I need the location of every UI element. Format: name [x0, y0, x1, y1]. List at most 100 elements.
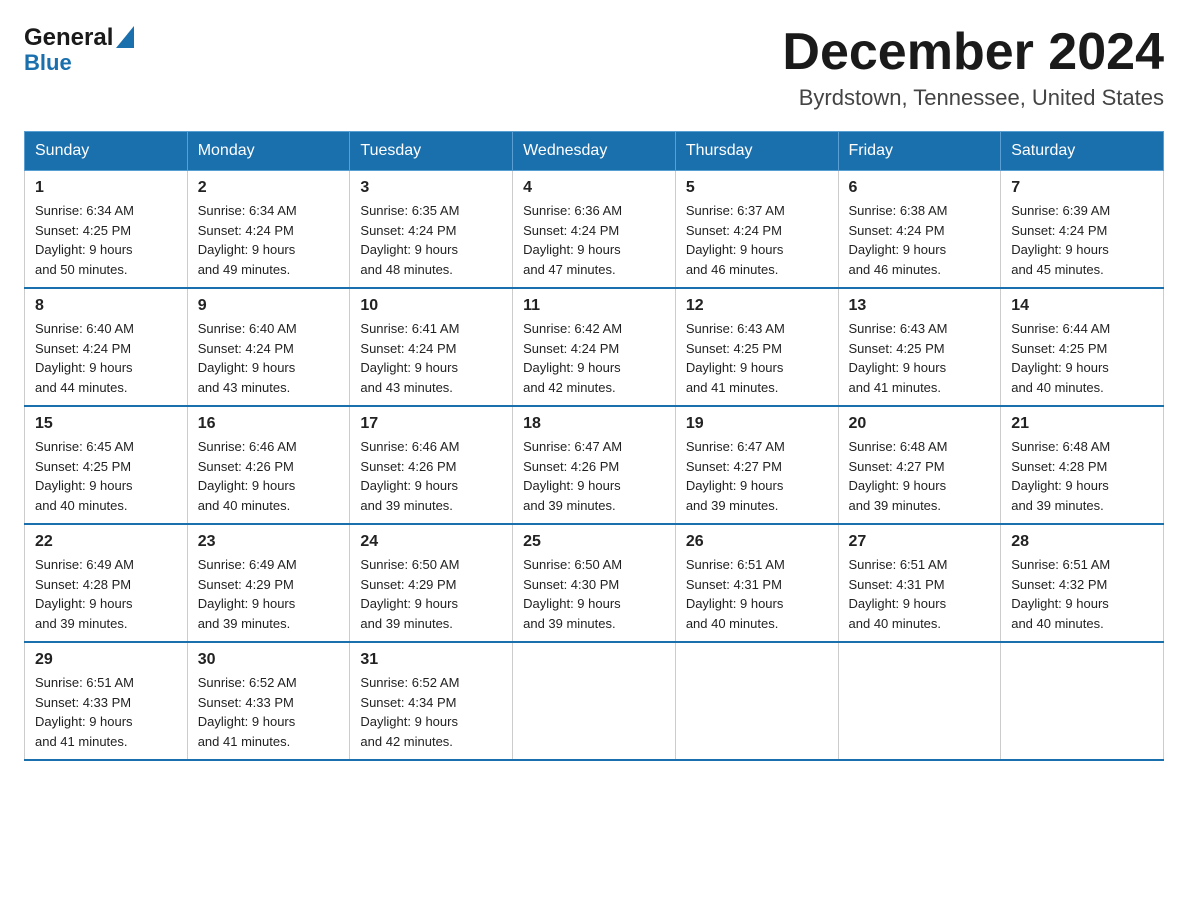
title-block: December 2024 Byrdstown, Tennessee, Unit…	[782, 24, 1164, 111]
day-number: 25	[523, 533, 665, 551]
day-info: Sunrise: 6:50 AMSunset: 4:29 PMDaylight:…	[360, 555, 502, 633]
calendar-week-row: 1 Sunrise: 6:34 AMSunset: 4:25 PMDaylight…	[25, 171, 1164, 289]
day-info: Sunrise: 6:49 AMSunset: 4:28 PMDaylight:…	[35, 555, 177, 633]
table-row: 3Sunrise: 6:35 AMSunset: 4:24 PMDaylight…	[350, 171, 513, 289]
table-row: 12Sunrise: 6:43 AMSunset: 4:25 PMDayligh…	[675, 288, 838, 406]
col-thursday: Thursday	[675, 132, 838, 171]
table-row	[838, 642, 1001, 760]
day-number: 30	[198, 651, 340, 669]
month-title: December 2024	[782, 24, 1164, 81]
day-number: 24	[360, 533, 502, 551]
logo-blue-text: Blue	[24, 50, 134, 76]
table-row: 6 Sunrise: 6:38 AMSunset: 4:24 PMDaylight…	[838, 171, 1001, 289]
day-info: Sunrise: 6:51 AMSunset: 4:31 PMDaylight:…	[686, 555, 828, 633]
day-number: 1	[35, 179, 177, 197]
table-row: 19 Sunrise: 6:47 AMSunset: 4:27 PMDayligh…	[675, 406, 838, 524]
table-row: 22 Sunrise: 6:49 AMSunset: 4:28 PMDayligh…	[25, 524, 188, 642]
logo-triangle-icon	[116, 26, 134, 48]
day-number: 8	[35, 297, 177, 315]
col-monday: Monday	[187, 132, 350, 171]
day-number: 16	[198, 415, 340, 433]
day-info: Sunrise: 6:43 AMSunset: 4:25 PMDaylight:…	[686, 319, 828, 397]
table-row	[513, 642, 676, 760]
table-row: 27Sunrise: 6:51 AMSunset: 4:31 PMDayligh…	[838, 524, 1001, 642]
day-info: Sunrise: 6:43 AMSunset: 4:25 PMDaylight:…	[849, 319, 991, 397]
day-info: Sunrise: 6:36 AMSunset: 4:24 PMDaylight:…	[523, 201, 665, 279]
day-info: Sunrise: 6:45 AMSunset: 4:25 PMDaylight:…	[35, 437, 177, 515]
day-number: 2	[198, 179, 340, 197]
table-row: 30 Sunrise: 6:52 AMSunset: 4:33 PMDayligh…	[187, 642, 350, 760]
day-info: Sunrise: 6:34 AMSunset: 4:24 PMDaylight:…	[198, 201, 340, 279]
table-row: 15 Sunrise: 6:45 AMSunset: 4:25 PMDayligh…	[25, 406, 188, 524]
table-row: 9 Sunrise: 6:40 AMSunset: 4:24 PMDaylight…	[187, 288, 350, 406]
table-row: 25 Sunrise: 6:50 AMSunset: 4:30 PMDayligh…	[513, 524, 676, 642]
day-number: 22	[35, 533, 177, 551]
table-row: 24 Sunrise: 6:50 AMSunset: 4:29 PMDayligh…	[350, 524, 513, 642]
table-row: 7 Sunrise: 6:39 AMSunset: 4:24 PMDaylight…	[1001, 171, 1164, 289]
table-row: 8 Sunrise: 6:40 AMSunset: 4:24 PMDaylight…	[25, 288, 188, 406]
table-row: 16 Sunrise: 6:46 AMSunset: 4:26 PMDayligh…	[187, 406, 350, 524]
calendar-week-row: 22 Sunrise: 6:49 AMSunset: 4:28 PMDayligh…	[25, 524, 1164, 642]
table-row: 5Sunrise: 6:37 AMSunset: 4:24 PMDaylight…	[675, 171, 838, 289]
table-row: 20 Sunrise: 6:48 AMSunset: 4:27 PMDayligh…	[838, 406, 1001, 524]
day-number: 9	[198, 297, 340, 315]
table-row: 18Sunrise: 6:47 AMSunset: 4:26 PMDayligh…	[513, 406, 676, 524]
day-number: 26	[686, 533, 828, 551]
table-row: 26 Sunrise: 6:51 AMSunset: 4:31 PMDayligh…	[675, 524, 838, 642]
day-info: Sunrise: 6:41 AMSunset: 4:24 PMDaylight:…	[360, 319, 502, 397]
day-number: 6	[849, 179, 991, 197]
day-info: Sunrise: 6:38 AMSunset: 4:24 PMDaylight:…	[849, 201, 991, 279]
calendar-week-row: 15 Sunrise: 6:45 AMSunset: 4:25 PMDayligh…	[25, 406, 1164, 524]
table-row: 31Sunrise: 6:52 AMSunset: 4:34 PMDayligh…	[350, 642, 513, 760]
day-number: 15	[35, 415, 177, 433]
day-info: Sunrise: 6:40 AMSunset: 4:24 PMDaylight:…	[198, 319, 340, 397]
day-info: Sunrise: 6:47 AMSunset: 4:26 PMDaylight:…	[523, 437, 665, 515]
day-number: 13	[849, 297, 991, 315]
col-sunday: Sunday	[25, 132, 188, 171]
table-row: 23 Sunrise: 6:49 AMSunset: 4:29 PMDayligh…	[187, 524, 350, 642]
day-info: Sunrise: 6:42 AMSunset: 4:24 PMDaylight:…	[523, 319, 665, 397]
col-friday: Friday	[838, 132, 1001, 171]
calendar-week-row: 8 Sunrise: 6:40 AMSunset: 4:24 PMDaylight…	[25, 288, 1164, 406]
day-info: Sunrise: 6:48 AMSunset: 4:27 PMDaylight:…	[849, 437, 991, 515]
table-row: 2 Sunrise: 6:34 AMSunset: 4:24 PMDaylight…	[187, 171, 350, 289]
day-info: Sunrise: 6:46 AMSunset: 4:26 PMDaylight:…	[360, 437, 502, 515]
day-number: 31	[360, 651, 502, 669]
day-info: Sunrise: 6:51 AMSunset: 4:32 PMDaylight:…	[1011, 555, 1153, 633]
location-title: Byrdstown, Tennessee, United States	[782, 85, 1164, 111]
day-number: 19	[686, 415, 828, 433]
day-info: Sunrise: 6:44 AMSunset: 4:25 PMDaylight:…	[1011, 319, 1153, 397]
logo-general-text: General	[24, 24, 113, 52]
day-number: 10	[360, 297, 502, 315]
calendar-table: Sunday Monday Tuesday Wednesday Thursday…	[24, 131, 1164, 761]
table-row: 11Sunrise: 6:42 AMSunset: 4:24 PMDayligh…	[513, 288, 676, 406]
logo: General Blue	[24, 24, 134, 76]
table-row	[675, 642, 838, 760]
day-number: 28	[1011, 533, 1153, 551]
day-info: Sunrise: 6:49 AMSunset: 4:29 PMDaylight:…	[198, 555, 340, 633]
day-number: 7	[1011, 179, 1153, 197]
table-row: 17 Sunrise: 6:46 AMSunset: 4:26 PMDayligh…	[350, 406, 513, 524]
day-info: Sunrise: 6:51 AMSunset: 4:31 PMDaylight:…	[849, 555, 991, 633]
day-number: 29	[35, 651, 177, 669]
table-row: 1 Sunrise: 6:34 AMSunset: 4:25 PMDaylight…	[25, 171, 188, 289]
day-number: 17	[360, 415, 502, 433]
day-info: Sunrise: 6:52 AMSunset: 4:33 PMDaylight:…	[198, 673, 340, 751]
day-info: Sunrise: 6:35 AMSunset: 4:24 PMDaylight:…	[360, 201, 502, 279]
table-row: 29Sunrise: 6:51 AMSunset: 4:33 PMDayligh…	[25, 642, 188, 760]
calendar-header-row: Sunday Monday Tuesday Wednesday Thursday…	[25, 132, 1164, 171]
day-number: 4	[523, 179, 665, 197]
table-row: 13 Sunrise: 6:43 AMSunset: 4:25 PMDayligh…	[838, 288, 1001, 406]
day-info: Sunrise: 6:47 AMSunset: 4:27 PMDaylight:…	[686, 437, 828, 515]
day-info: Sunrise: 6:40 AMSunset: 4:24 PMDaylight:…	[35, 319, 177, 397]
day-number: 20	[849, 415, 991, 433]
table-row: 21Sunrise: 6:48 AMSunset: 4:28 PMDayligh…	[1001, 406, 1164, 524]
day-number: 5	[686, 179, 828, 197]
calendar-week-row: 29Sunrise: 6:51 AMSunset: 4:33 PMDayligh…	[25, 642, 1164, 760]
col-wednesday: Wednesday	[513, 132, 676, 171]
day-info: Sunrise: 6:34 AMSunset: 4:25 PMDaylight:…	[35, 201, 177, 279]
day-info: Sunrise: 6:46 AMSunset: 4:26 PMDaylight:…	[198, 437, 340, 515]
day-info: Sunrise: 6:50 AMSunset: 4:30 PMDaylight:…	[523, 555, 665, 633]
day-number: 23	[198, 533, 340, 551]
day-info: Sunrise: 6:39 AMSunset: 4:24 PMDaylight:…	[1011, 201, 1153, 279]
